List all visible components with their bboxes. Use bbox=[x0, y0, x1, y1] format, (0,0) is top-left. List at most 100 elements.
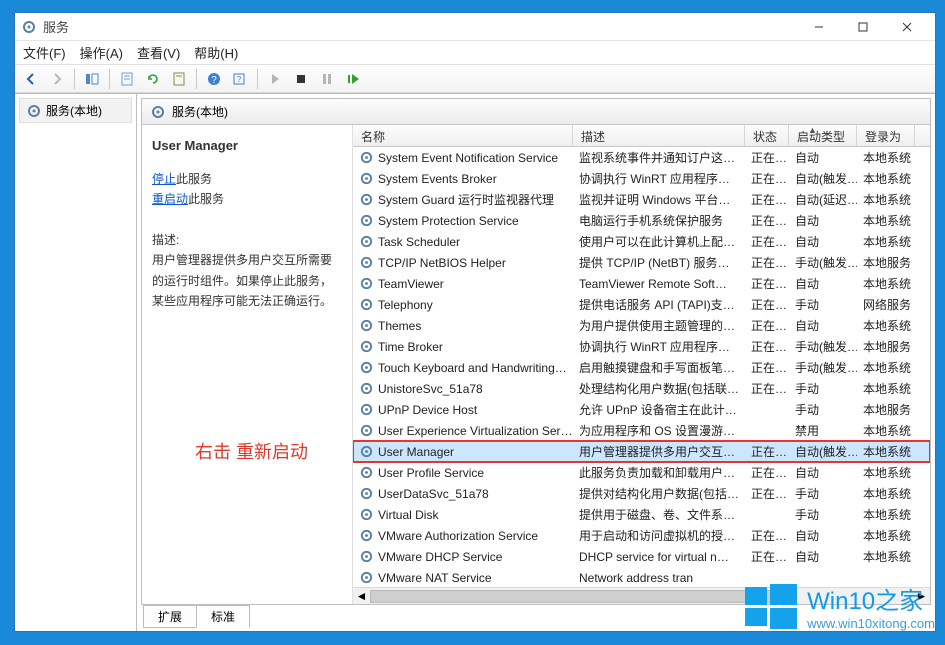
service-name: Task Scheduler bbox=[378, 235, 460, 249]
menu-action[interactable]: 操作(A) bbox=[80, 43, 123, 62]
service-row[interactable]: Task Scheduler使用户可以在此计算机上配…正在…自动本地系统 bbox=[353, 231, 930, 252]
service-name: TeamViewer bbox=[378, 277, 444, 291]
services-window: 服务 文件(F) 操作(A) 查看(V) 帮助(H) ? ? 服务(本地 bbox=[14, 12, 936, 632]
service-logon: 本地系统 bbox=[863, 422, 911, 439]
service-desc: 为应用程序和 OS 设置漫游… bbox=[579, 422, 735, 439]
service-name: User Profile Service bbox=[378, 466, 484, 480]
service-start: 禁用 bbox=[795, 422, 819, 439]
refresh-button[interactable] bbox=[141, 68, 165, 90]
service-desc: 协调执行 WinRT 应用程序… bbox=[579, 170, 730, 187]
restart-service-link[interactable]: 重启动 bbox=[152, 192, 188, 206]
menu-view[interactable]: 查看(V) bbox=[137, 43, 180, 62]
service-desc: 提供 TCP/IP (NetBT) 服务… bbox=[579, 254, 729, 271]
col-logon[interactable]: 登录为 bbox=[857, 125, 915, 146]
service-row[interactable]: UPnP Device Host允许 UPnP 设备宿主在此计…手动本地服务 bbox=[353, 399, 930, 420]
service-desc: 允许 UPnP 设备宿主在此计… bbox=[579, 401, 737, 418]
col-state[interactable]: 状态 bbox=[745, 125, 789, 146]
service-start: 自动 bbox=[795, 275, 819, 292]
service-desc: 监视系统事件并通知订户这… bbox=[579, 149, 735, 166]
service-desc: 提供用于磁盘、卷、文件系… bbox=[579, 506, 735, 523]
service-row[interactable]: System Guard 运行时监视器代理监视并证明 Windows 平台…正在… bbox=[353, 189, 930, 210]
service-name: System Event Notification Service bbox=[378, 151, 558, 165]
properties-button[interactable] bbox=[167, 68, 191, 90]
service-row[interactable]: VMware DHCP ServiceDHCP service for virt… bbox=[353, 546, 930, 567]
service-state: 正在… bbox=[751, 170, 787, 187]
service-desc: 协调执行 WinRT 应用程序… bbox=[579, 338, 730, 355]
service-row[interactable]: UserDataSvc_51a78提供对结构化用户数据(包括…正在…手动本地系统 bbox=[353, 483, 930, 504]
scroll-right-icon[interactable]: ► bbox=[913, 589, 930, 604]
col-start[interactable]: 启动类型 bbox=[789, 125, 857, 146]
service-state: 正在… bbox=[751, 149, 787, 166]
service-row[interactable]: Virtual Disk提供用于磁盘、卷、文件系…手动本地系统 bbox=[353, 504, 930, 525]
service-logon: 本地系统 bbox=[863, 233, 911, 250]
help-button[interactable]: ? bbox=[202, 68, 226, 90]
service-row[interactable]: Time Broker协调执行 WinRT 应用程序…正在…手动(触发…本地服务 bbox=[353, 336, 930, 357]
service-row[interactable]: System Events Broker协调执行 WinRT 应用程序…正在…自… bbox=[353, 168, 930, 189]
start-service-button[interactable] bbox=[263, 68, 287, 90]
menu-help[interactable]: 帮助(H) bbox=[194, 43, 238, 62]
service-row[interactable]: UnistoreSvc_51a78处理结构化用户数据(包括联…正在…手动本地系统 bbox=[353, 378, 930, 399]
scroll-thumb[interactable] bbox=[370, 590, 794, 603]
pause-service-button[interactable] bbox=[315, 68, 339, 90]
back-button[interactable] bbox=[19, 68, 43, 90]
tree-pane[interactable]: 服务(本地) bbox=[15, 94, 137, 631]
show-hide-tree-button[interactable] bbox=[80, 68, 104, 90]
service-state: 正在… bbox=[751, 254, 787, 271]
service-start: 自动 bbox=[795, 212, 819, 229]
service-row[interactable]: Themes为用户提供使用主题管理的…正在…自动本地系统 bbox=[353, 315, 930, 336]
close-button[interactable] bbox=[885, 14, 929, 40]
stop-service-link[interactable]: 停止 bbox=[152, 172, 176, 186]
service-logon: 网络服务 bbox=[863, 296, 911, 313]
service-name: System Events Broker bbox=[378, 172, 497, 186]
service-row[interactable]: TeamViewerTeamViewer Remote Soft…正在…自动本地… bbox=[353, 273, 930, 294]
horizontal-scrollbar[interactable]: ◄ ► bbox=[353, 587, 930, 604]
service-desc: 电脑运行手机系统保护服务 bbox=[579, 212, 723, 229]
tree-node-services-local[interactable]: 服务(本地) bbox=[19, 98, 132, 123]
service-row[interactable]: VMware NAT ServiceNetwork address tran bbox=[353, 567, 930, 587]
forward-button[interactable] bbox=[45, 68, 69, 90]
service-logon: 本地系统 bbox=[863, 191, 911, 208]
minimize-button[interactable] bbox=[797, 14, 841, 40]
service-state: 正在… bbox=[751, 485, 787, 502]
service-start: 手动(触发… bbox=[795, 254, 857, 271]
service-name: System Protection Service bbox=[378, 214, 519, 228]
services-app-icon bbox=[21, 19, 37, 35]
menu-file[interactable]: 文件(F) bbox=[23, 43, 66, 62]
export-list-button[interactable] bbox=[115, 68, 139, 90]
service-row[interactable]: TCP/IP NetBIOS Helper提供 TCP/IP (NetBT) 服… bbox=[353, 252, 930, 273]
service-row[interactable]: System Protection Service 电脑运行手机系统保护服务 正在…… bbox=[353, 210, 930, 231]
service-state: 正在… bbox=[751, 212, 787, 229]
service-name: VMware DHCP Service bbox=[378, 550, 502, 564]
service-row[interactable]: User Manager用户管理器提供多用户交互…正在…自动(触发…本地系统 bbox=[353, 441, 930, 462]
service-start: 手动(触发… bbox=[795, 338, 857, 355]
service-row[interactable]: Telephony提供电话服务 API (TAPI)支…正在…手动网络服务 bbox=[353, 294, 930, 315]
service-state: 正在… bbox=[751, 296, 787, 313]
service-row[interactable]: User Experience Virtualization Ser…为应用程序… bbox=[353, 420, 930, 441]
help2-button[interactable]: ? bbox=[228, 68, 252, 90]
service-state: 正在… bbox=[751, 338, 787, 355]
tab-extended[interactable]: 扩展 bbox=[143, 605, 197, 628]
service-rows[interactable]: System Event Notification Service 监视系统事件并… bbox=[353, 147, 930, 587]
col-name[interactable]: 名称 bbox=[353, 125, 573, 146]
service-desc: 此服务负责加载和卸载用户… bbox=[579, 464, 735, 481]
service-row[interactable]: VMware Authorization Service用于启动和访问虚拟机的授… bbox=[353, 525, 930, 546]
service-row[interactable]: Touch Keyboard and Handwriting…启用触摸键盘和手写… bbox=[353, 357, 930, 378]
stop-service-button[interactable] bbox=[289, 68, 313, 90]
service-row[interactable]: System Event Notification Service 监视系统事件并… bbox=[353, 147, 930, 168]
service-name: UnistoreSvc_51a78 bbox=[378, 382, 483, 396]
service-start: 自动 bbox=[795, 317, 819, 334]
col-desc[interactable]: 描述 bbox=[573, 125, 745, 146]
scroll-left-icon[interactable]: ◄ bbox=[353, 589, 370, 604]
service-name: VMware NAT Service bbox=[378, 571, 492, 585]
service-row[interactable]: User Profile Service此服务负责加载和卸载用户…正在…自动本地… bbox=[353, 462, 930, 483]
restart-service-button[interactable] bbox=[341, 68, 365, 90]
service-name: Virtual Disk bbox=[378, 508, 438, 522]
service-state: 正在… bbox=[751, 359, 787, 376]
tab-standard[interactable]: 标准 bbox=[196, 605, 250, 628]
service-logon: 本地系统 bbox=[863, 485, 911, 502]
maximize-button[interactable] bbox=[841, 14, 885, 40]
service-state: 正在… bbox=[751, 317, 787, 334]
titlebar[interactable]: 服务 bbox=[15, 13, 935, 41]
service-logon: 本地系统 bbox=[863, 317, 911, 334]
right-pane: 服务(本地) User Manager 停止此服务 重启动此服务 描述: 用户管… bbox=[137, 94, 935, 631]
